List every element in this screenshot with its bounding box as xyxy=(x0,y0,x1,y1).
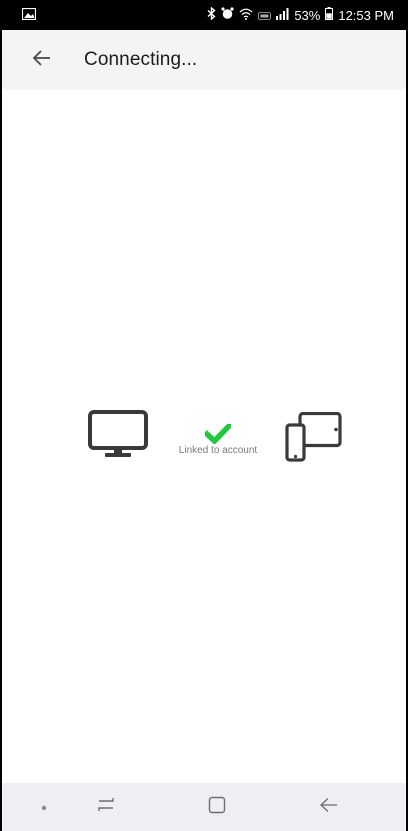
checkmark-icon xyxy=(164,424,272,444)
tv-icon xyxy=(88,410,148,463)
status-icons: 53% 12:53 PM xyxy=(207,6,394,23)
system-nav-bar xyxy=(2,783,406,831)
signal-icon xyxy=(276,7,289,23)
recents-icon xyxy=(96,797,116,818)
battery-percent: 53% xyxy=(294,7,321,23)
recents-button[interactable] xyxy=(84,783,128,831)
phone-tablet-icon xyxy=(285,411,343,467)
battery-icon xyxy=(325,7,334,23)
arrow-left-icon xyxy=(32,49,51,71)
wifi-icon xyxy=(239,8,253,23)
home-icon xyxy=(208,796,226,819)
back-icon xyxy=(319,797,339,818)
nav-back-button[interactable] xyxy=(307,783,351,831)
main-content: Linked to account xyxy=(2,90,406,783)
gallery-icon xyxy=(21,7,37,23)
alarm-icon xyxy=(221,7,234,23)
lte-icon xyxy=(258,8,272,23)
connection-diagram: Linked to account xyxy=(2,410,406,470)
link-status: Linked to account xyxy=(164,424,272,456)
nav-dot-button[interactable] xyxy=(24,783,64,831)
app-bar: Connecting... xyxy=(2,30,406,90)
home-button[interactable] xyxy=(195,783,239,831)
page-title: Connecting... xyxy=(84,49,198,70)
status-bar: 53% 12:53 PM xyxy=(2,0,406,30)
screen: 53% 12:53 PM Connecting... Linked to acc… xyxy=(0,0,408,831)
link-status-label: Linked to account xyxy=(178,445,258,456)
dot-icon xyxy=(41,798,47,816)
clock: 12:53 PM xyxy=(338,7,394,23)
bluetooth-icon xyxy=(207,6,216,23)
back-button[interactable] xyxy=(14,32,70,88)
